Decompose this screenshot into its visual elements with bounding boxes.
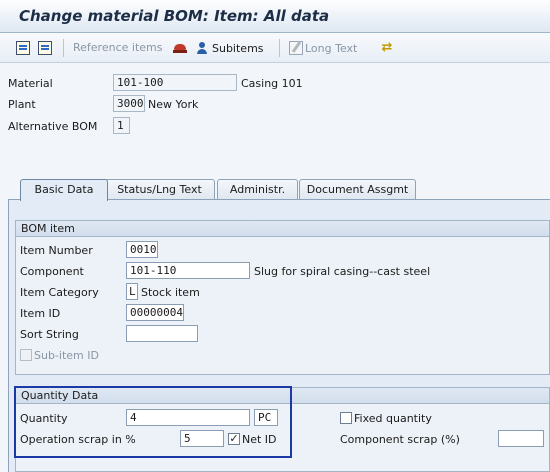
sort-string-label: Sort String xyxy=(20,328,79,341)
tab-document-assignment[interactable]: Document Assgmt xyxy=(299,179,416,200)
tab-status-long-text[interactable]: Status/Lng Text xyxy=(104,179,215,200)
sub-item-id-label: Sub-item ID xyxy=(34,349,99,362)
material-description: Casing 101 xyxy=(241,77,303,90)
toolbar-separator xyxy=(63,39,64,57)
long-text-label: Long Text xyxy=(305,41,358,55)
tab-basic-data[interactable]: Basic Data xyxy=(20,179,108,201)
item-category-description: Stock item xyxy=(141,286,200,299)
plant-label: Plant xyxy=(8,98,36,111)
component-scrap-field[interactable] xyxy=(498,430,544,447)
component-scrap-label: Component scrap (%) xyxy=(340,433,460,446)
alternative-bom-label: Alternative BOM xyxy=(8,120,98,133)
sort-string-field[interactable] xyxy=(126,325,198,342)
material-label: Material xyxy=(8,77,53,90)
plant-description: New York xyxy=(148,98,199,111)
component-description: Slug for spiral casing--cast steel xyxy=(254,265,431,278)
fixed-quantity-label: Fixed quantity xyxy=(354,412,432,425)
subitems-button[interactable]: Subitems xyxy=(196,41,264,55)
item-number-field[interactable]: 0010 xyxy=(126,241,158,258)
material-field[interactable]: 101-100 xyxy=(113,74,237,91)
subitems-icon xyxy=(196,41,210,55)
toolbar-separator xyxy=(279,39,280,57)
plant-field[interactable]: 3000 xyxy=(113,95,145,112)
subitems-label: Subitems xyxy=(212,41,264,55)
long-text-icon xyxy=(289,41,303,55)
item-id-field[interactable]: 00000004 xyxy=(126,304,184,321)
reference-items-label: Reference items xyxy=(73,41,163,54)
next-item-icon[interactable] xyxy=(38,41,52,55)
item-number-label: Item Number xyxy=(20,244,93,257)
item-category-label: Item Category xyxy=(20,286,99,299)
previous-item-icon[interactable] xyxy=(16,41,30,55)
bom-item-title: BOM item xyxy=(16,221,549,237)
component-label: Component xyxy=(20,265,84,278)
application-toolbar: Reference items Subitems Long Text ⇄ xyxy=(0,33,550,63)
alternative-bom-field[interactable]: 1 xyxy=(113,117,130,134)
fixed-quantity-checkbox[interactable] xyxy=(340,412,352,424)
reference-items-button[interactable]: Reference items xyxy=(73,41,162,54)
page-title: Change material BOM: Item: All data xyxy=(19,7,330,25)
item-category-field[interactable]: L xyxy=(126,283,138,300)
sub-item-id-checkbox[interactable] xyxy=(20,349,32,361)
tab-administration[interactable]: Administr. xyxy=(217,179,298,200)
long-text-button[interactable]: Long Text xyxy=(289,41,357,55)
component-field[interactable]: 101-110 xyxy=(126,262,250,279)
item-id-label: Item ID xyxy=(20,307,61,320)
title-bar: Change material BOM: Item: All data xyxy=(0,0,550,33)
quantity-data-highlight-box xyxy=(14,386,292,458)
sap-hat-icon[interactable] xyxy=(173,41,187,55)
transfer-arrows-icon[interactable]: ⇄ xyxy=(380,41,394,55)
